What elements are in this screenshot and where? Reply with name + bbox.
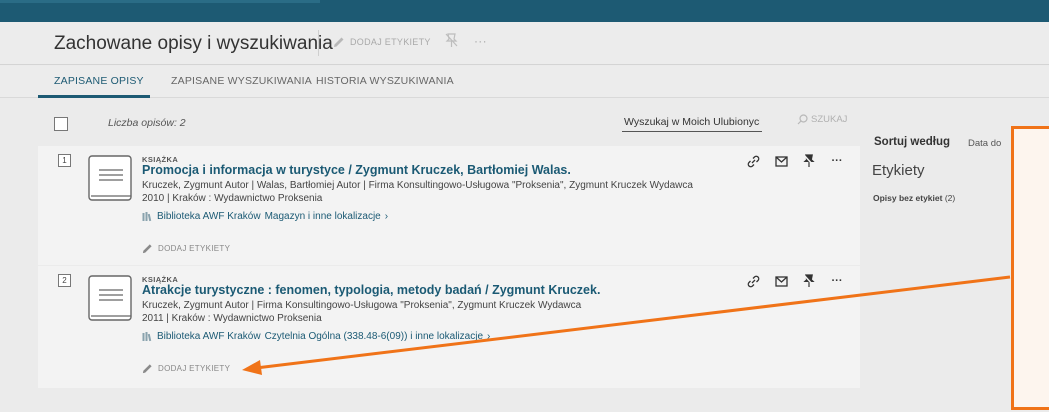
annotation-arrow [242, 275, 1011, 375]
